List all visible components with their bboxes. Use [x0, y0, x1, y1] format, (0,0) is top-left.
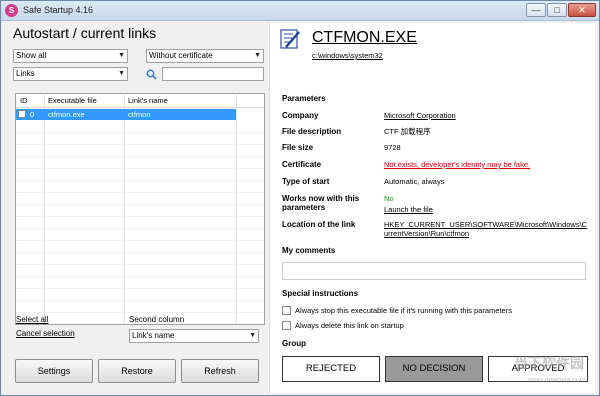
- row-divider: [16, 192, 264, 193]
- delete-link-checkbox[interactable]: [282, 321, 291, 330]
- row-divider: [16, 156, 264, 157]
- row-divider: [16, 288, 264, 289]
- row-link-name: ctfmon: [128, 110, 151, 119]
- column-divider: [44, 94, 45, 324]
- row-divider: [16, 132, 264, 133]
- app-window: S Safe Startup 4.16 — □ ✕ Autostart / cu…: [0, 0, 600, 396]
- row-divider: [16, 312, 264, 313]
- parameters-title: Parameters: [282, 94, 326, 103]
- works-now-label: Works now with this parameters: [282, 194, 360, 212]
- link-location-value[interactable]: HKEY_CURRENT_USER\SOFTWARE\Microsoft\Win…: [384, 220, 589, 238]
- no-decision-button[interactable]: NO DECISION: [385, 356, 483, 382]
- column-divider: [236, 94, 237, 324]
- link-location-label: Location of the link: [282, 220, 356, 229]
- minimize-button[interactable]: —: [526, 3, 546, 17]
- row-divider: [16, 276, 264, 277]
- close-button[interactable]: ✕: [568, 3, 596, 17]
- left-panel: Autostart / current links Show all ▼ With…: [7, 25, 265, 391]
- delete-link-label: Always delete this link on startup: [295, 321, 404, 330]
- second-column-dropdown[interactable]: Link's name ▼: [129, 329, 259, 343]
- file-size-label: File size: [282, 143, 314, 152]
- comments-input[interactable]: [282, 262, 586, 280]
- search-icon: [146, 69, 157, 83]
- executable-icon: [280, 29, 300, 49]
- restore-button[interactable]: Restore: [98, 359, 176, 383]
- executable-name[interactable]: CTFMON.EXE: [312, 29, 417, 47]
- executable-path-link[interactable]: c:\windows\system32: [312, 51, 383, 60]
- row-divider: [16, 168, 264, 169]
- column-header-id[interactable]: ID: [20, 96, 28, 105]
- group-title: Group: [282, 339, 306, 348]
- row-divider: [16, 300, 264, 301]
- row-checkbox[interactable]: [18, 110, 26, 118]
- type-filter-dropdown[interactable]: Links ▼: [13, 67, 128, 81]
- my-comments-title: My comments: [282, 246, 336, 255]
- certificate-warning-link[interactable]: Not exists, developer's identity may be …: [384, 160, 589, 169]
- stop-executable-checkbox[interactable]: [282, 306, 291, 315]
- certificate-label: Certificate: [282, 160, 322, 169]
- watermark-url: www.downxia.com: [528, 377, 586, 384]
- type-of-start-value: Automatic, always: [384, 177, 445, 186]
- row-divider: [16, 144, 264, 145]
- app-icon: S: [5, 4, 18, 17]
- file-size-value: 9728: [384, 143, 401, 152]
- row-divider: [16, 204, 264, 205]
- company-value[interactable]: Microsoft Corporation: [384, 111, 589, 120]
- second-column-label: Second column: [129, 315, 185, 324]
- details-panel: CTFMON.EXE c:\windows\system32 Parameter…: [269, 23, 595, 393]
- rejected-button[interactable]: REJECTED: [282, 356, 380, 382]
- maximize-button[interactable]: □: [547, 3, 567, 17]
- show-filter-value: Show all: [16, 51, 47, 60]
- show-filter-dropdown[interactable]: Show all ▼: [13, 49, 128, 63]
- file-description-label: File description: [282, 127, 342, 136]
- settings-button[interactable]: Settings: [15, 359, 93, 383]
- row-divider: [16, 180, 264, 181]
- row-divider: [16, 240, 264, 241]
- column-header-executable[interactable]: Executable file: [48, 96, 97, 105]
- launch-file-link[interactable]: Launch the file: [384, 205, 589, 214]
- row-executable: ctfmon.exe: [48, 110, 85, 119]
- certificate-filter-dropdown[interactable]: Without certificate ▼: [146, 49, 264, 63]
- window-title: Safe Startup 4.16: [23, 5, 94, 15]
- search-input[interactable]: [162, 67, 264, 81]
- type-filter-value: Links: [16, 69, 35, 78]
- cancel-selection-link[interactable]: Cancel selection: [16, 329, 75, 338]
- chevron-down-icon: ▼: [118, 52, 125, 59]
- works-now-value: No: [384, 194, 394, 203]
- refresh-button[interactable]: Refresh: [181, 359, 259, 383]
- certificate-filter-value: Without certificate: [149, 51, 213, 60]
- table-row[interactable]: 0 ctfmon.exe ctfmon: [16, 109, 236, 120]
- second-column-value: Link's name: [132, 331, 175, 340]
- chevron-down-icon: ▼: [118, 70, 125, 77]
- column-header-link-name[interactable]: Link's name: [128, 96, 168, 105]
- row-id: 0: [30, 110, 35, 119]
- row-divider: [16, 264, 264, 265]
- panel-heading: Autostart / current links: [13, 25, 157, 41]
- select-all-link[interactable]: Select all: [16, 315, 48, 324]
- special-instructions-title: Special instructions: [282, 289, 359, 298]
- watermark-text: 当下软件园: [514, 355, 584, 371]
- row-divider: [16, 252, 264, 253]
- row-divider: [16, 216, 264, 217]
- column-divider: [124, 94, 125, 324]
- row-divider: [16, 228, 264, 229]
- title-bar[interactable]: S Safe Startup 4.16 — □ ✕: [1, 1, 599, 21]
- links-table[interactable]: ID Executable file Link's name 0 ctfmon.…: [15, 93, 265, 325]
- file-description-value: CTF 加载程序: [384, 127, 431, 136]
- chevron-down-icon: ▼: [249, 332, 256, 339]
- company-label: Company: [282, 111, 319, 120]
- type-of-start-label: Type of start: [282, 177, 330, 186]
- chevron-down-icon: ▼: [254, 52, 261, 59]
- stop-executable-label: Always stop this executable file if it's…: [295, 306, 512, 315]
- table-header: ID Executable file Link's name: [16, 94, 264, 108]
